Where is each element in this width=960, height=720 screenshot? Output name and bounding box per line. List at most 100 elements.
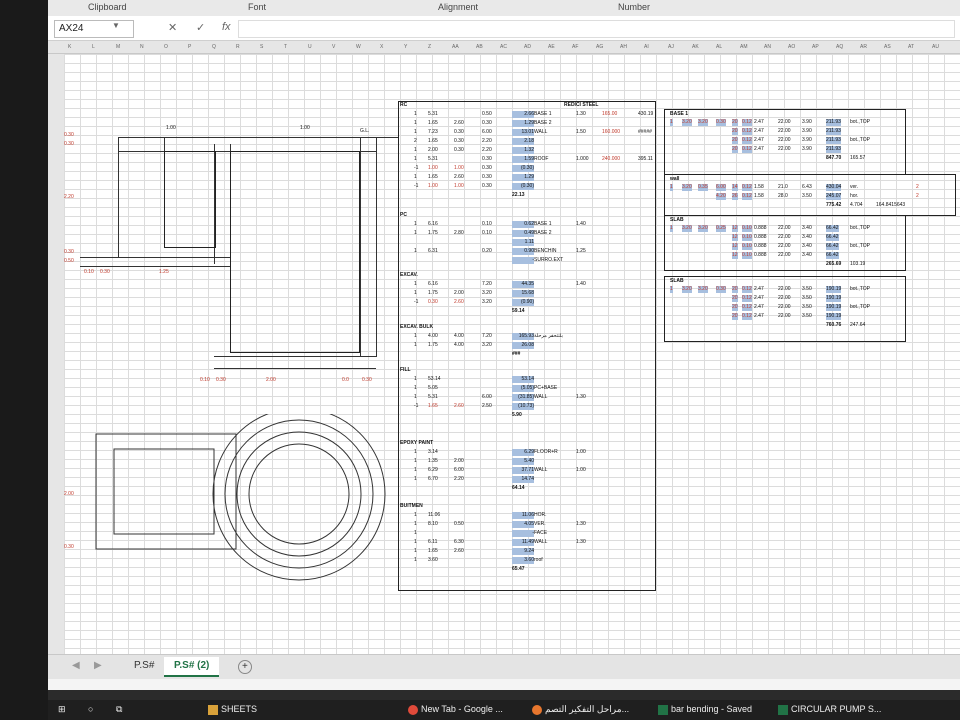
column-header[interactable]: AO — [788, 44, 795, 50]
steel-cell[interactable]: 22.00 — [778, 119, 791, 126]
table-cell[interactable]: 1.00 — [576, 467, 586, 474]
steel-cell[interactable]: bot.,TOP — [850, 304, 870, 311]
steel-cell[interactable]: 0.888 — [754, 225, 767, 232]
table-cell[interactable]: -1 — [414, 183, 418, 190]
steel-cell[interactable]: 0.12 — [742, 119, 752, 126]
table-cell[interactable]: 3.20 — [482, 290, 492, 297]
steel-cell[interactable]: 3.50 — [802, 304, 812, 311]
section-total[interactable]: 22.13 — [512, 192, 525, 199]
table-cell[interactable]: 1.59 — [512, 156, 534, 163]
table-cell[interactable]: ##### — [638, 129, 652, 136]
table-cell[interactable]: 1.30 — [576, 539, 586, 546]
table-cell[interactable]: (0.90) — [512, 299, 534, 306]
table-cell[interactable]: 0.10 — [482, 230, 492, 237]
steel-title[interactable]: SLAB — [670, 278, 684, 285]
table-cell[interactable]: 11.49 — [512, 539, 534, 546]
steel-cell[interactable]: 22.00 — [778, 137, 791, 144]
steel-cell[interactable]: 3.40 — [802, 243, 812, 250]
column-header[interactable]: AJ — [668, 44, 674, 50]
search-icon[interactable]: ○ — [88, 704, 93, 714]
table-cell[interactable]: 1 — [414, 467, 417, 474]
ribbon-group-clipboard[interactable]: Clipboard — [88, 2, 127, 12]
steel-cell[interactable]: 2.47 — [754, 128, 764, 135]
steel-cell[interactable]: 12 — [732, 243, 738, 250]
steel-cell[interactable]: 0.35 — [698, 184, 708, 191]
steel-cell[interactable]: 0.12 — [742, 313, 752, 320]
taskbar-item[interactable]: New Tab - Google ... — [408, 704, 503, 715]
steel-cell[interactable]: 12 — [732, 234, 738, 241]
column-header[interactable]: AB — [476, 44, 483, 50]
table-cell[interactable]: 6.16 — [428, 281, 438, 288]
steel-cell[interactable]: 0.12 — [742, 184, 752, 191]
steel-cell[interactable]: 66.42 — [826, 252, 839, 259]
steel-cell[interactable]: 3.20 — [682, 184, 692, 191]
steel-cell[interactable]: 6.00 — [716, 184, 726, 191]
steel-cell[interactable]: 66.42 — [826, 234, 839, 241]
table-cell[interactable]: 0.50 — [454, 521, 464, 528]
steel-cell[interactable]: 3.20 — [698, 119, 708, 126]
steel-cell[interactable]: 1 — [670, 225, 673, 232]
table-cell[interactable]: BASE 1 — [534, 221, 552, 228]
column-header[interactable]: AH — [620, 44, 627, 50]
table-cell[interactable]: 1.00 — [454, 183, 464, 190]
table-cell[interactable]: 1.75 — [428, 290, 438, 297]
table-cell[interactable]: 0.49 — [512, 230, 534, 237]
steel-cell[interactable]: 22.00 — [778, 304, 791, 311]
column-header[interactable]: K — [68, 44, 71, 50]
column-header[interactable]: S — [260, 44, 263, 50]
table-cell[interactable]: 53.14 — [512, 376, 534, 383]
steel-total[interactable]: 847.70 — [826, 155, 841, 162]
table-cell[interactable]: 395.11 — [638, 156, 653, 163]
column-header[interactable]: AN — [764, 44, 771, 50]
table-cell[interactable]: 6.70 — [428, 476, 438, 483]
steel-cell[interactable]: 1.58 — [754, 184, 764, 191]
steel-cell[interactable]: ver. — [850, 184, 858, 191]
steel-cell[interactable]: 3.90 — [802, 137, 812, 144]
steel-title[interactable]: SLAB — [670, 217, 684, 224]
steel-cell[interactable]: 0.25 — [716, 225, 726, 232]
table-cell[interactable]: 1.11 — [512, 239, 534, 246]
table-cell[interactable]: 3.20 — [482, 299, 492, 306]
steel-cell[interactable]: 20 — [732, 295, 738, 302]
table-cell[interactable]: 1 — [414, 120, 417, 127]
table-cell[interactable]: HOR. — [534, 512, 547, 519]
steel-cell[interactable]: 190.19 — [826, 304, 842, 311]
table-cell[interactable]: 1.00 — [454, 165, 464, 172]
table-cell[interactable]: 8.10 — [428, 521, 438, 528]
table-cell[interactable]: WALL — [534, 539, 547, 546]
section-total[interactable]: 5.90 — [512, 412, 522, 419]
table-cell[interactable]: 5.40 — [512, 458, 534, 465]
column-header[interactable]: R — [236, 44, 240, 50]
table-cell[interactable]: 1 — [414, 385, 417, 392]
table-cell[interactable]: 4.00 — [454, 333, 464, 340]
steel-extra[interactable]: 164.8415643 — [876, 202, 905, 209]
table-cell[interactable]: - — [512, 530, 534, 537]
table-cell[interactable]: 1 — [414, 530, 417, 537]
table-cell[interactable]: 1.65 — [428, 548, 438, 555]
steel-cell[interactable]: 20 — [732, 128, 738, 135]
column-header[interactable]: AQ — [836, 44, 843, 50]
steel-cell[interactable]: 3.20 — [682, 119, 692, 126]
steel-cell[interactable]: 3.90 — [802, 146, 812, 153]
section-total[interactable]: 64.14 — [512, 485, 525, 492]
table-cell[interactable]: 0.30 — [482, 165, 492, 172]
steel-cell[interactable]: 0.10 — [742, 225, 752, 232]
steel-cell[interactable]: 22.00 — [778, 252, 791, 259]
steel-cell[interactable]: 0.12 — [742, 304, 752, 311]
table-cell[interactable]: 2 — [414, 138, 417, 145]
steel-cell[interactable]: 3.40 — [802, 225, 812, 232]
table-cell[interactable]: 2.50 — [482, 403, 492, 410]
column-header[interactable]: X — [380, 44, 383, 50]
table-cell[interactable]: 9.24 — [512, 548, 534, 555]
table-cell[interactable]: 3.20 — [482, 342, 492, 349]
table-cell[interactable]: WALL — [534, 394, 547, 401]
column-header[interactable]: AA — [452, 44, 459, 50]
table-cell[interactable]: 1 — [414, 147, 417, 154]
table-cell[interactable]: 44.35 — [512, 281, 534, 288]
table-cell[interactable]: 240.000 — [602, 156, 620, 163]
steel-cell[interactable]: 1 — [670, 184, 673, 191]
taskbar-item[interactable]: مراحل التفكير التصم... — [532, 704, 629, 715]
steel-cell[interactable]: 3.40 — [802, 234, 812, 241]
table-cell[interactable]: 6.16 — [428, 221, 438, 228]
table-cell[interactable]: BASE 2 — [534, 120, 552, 127]
